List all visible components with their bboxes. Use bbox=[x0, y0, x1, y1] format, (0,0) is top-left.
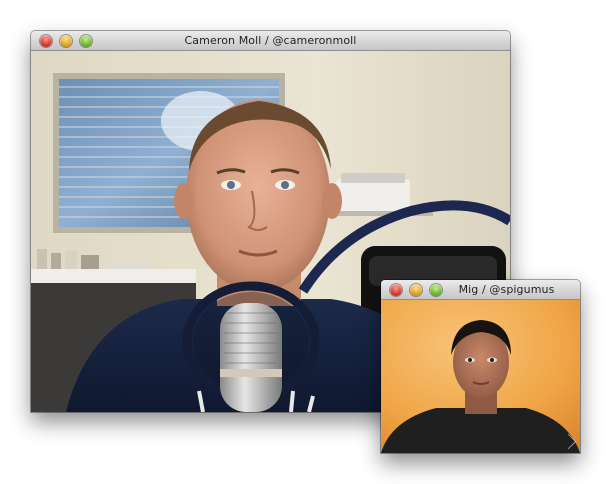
secondary-window-titlebar[interactable]: Mig / @spigumus bbox=[381, 280, 580, 300]
screen: Cameron Moll / @cameronmoll Mig / @spigu… bbox=[0, 0, 612, 484]
secondary-window-title: Mig / @spigumus bbox=[458, 283, 555, 296]
secondary-video-window[interactable]: Mig / @spigumus bbox=[381, 280, 580, 453]
main-window-titlebar[interactable]: Cameron Moll / @cameronmoll bbox=[31, 31, 510, 51]
close-button-icon[interactable] bbox=[390, 284, 402, 296]
main-window-title: Cameron Moll / @cameronmoll bbox=[184, 34, 357, 47]
secondary-video-feed bbox=[381, 300, 580, 453]
minimize-button-icon[interactable] bbox=[410, 284, 422, 296]
secondary-video-scene bbox=[381, 300, 580, 453]
